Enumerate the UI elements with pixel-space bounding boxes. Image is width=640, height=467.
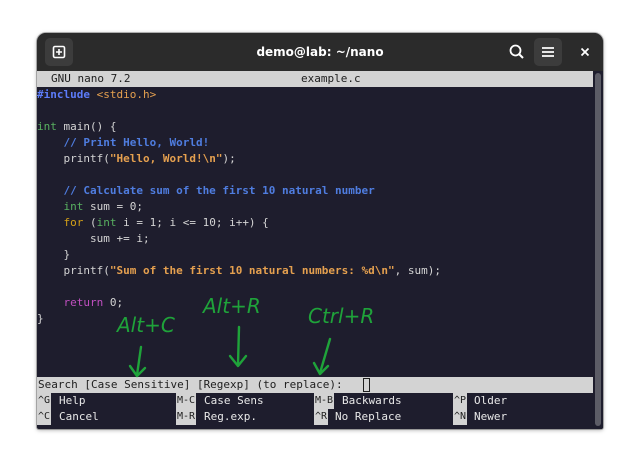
shortcut-label-help[interactable]: Help: [59, 393, 86, 409]
help-row-2: ^C Cancel M-R Reg.exp. ^R No Replace ^N …: [37, 409, 593, 425]
text-cursor: [363, 378, 370, 392]
titlebar: demo@lab: ~/nano: [37, 33, 603, 71]
shortcut-key: M-R: [176, 409, 197, 425]
code-token: printf(: [37, 264, 110, 277]
code-line: int main() {: [37, 119, 116, 135]
arrow-down-icon: [312, 337, 332, 376]
code-line: }: [37, 312, 44, 325]
shortcut-label-older[interactable]: Older: [474, 393, 507, 409]
code-token: int: [37, 200, 84, 213]
shortcut-key: ^C: [37, 409, 52, 425]
menu-button[interactable]: [534, 38, 562, 66]
search-button[interactable]: [503, 38, 531, 66]
search-prompt-bar[interactable]: Search [Case Sensitive] [Regexp] (to rep…: [37, 377, 593, 393]
annotation-alt-c: Alt+C: [117, 313, 175, 337]
annotation-ctrl-r: Ctrl+R: [308, 304, 375, 328]
code-token: , sum);: [394, 264, 441, 277]
code-token: main() {: [56, 120, 117, 133]
code-line: int sum = 0;: [37, 199, 143, 215]
code-line: // Print Hello, World!: [37, 136, 210, 149]
nano-version: GNU nano 7.2: [51, 72, 131, 85]
code-token: (: [83, 216, 97, 229]
search-prompt-text: Search [Case Sensitive] [Regexp] (to rep…: [38, 378, 350, 391]
help-row-1: ^G Help M-C Case Sens M-B Backwards ^P O…: [37, 393, 593, 409]
code-token: <stdio.h>: [89, 88, 157, 101]
shortcut-label-cancel[interactable]: Cancel: [59, 409, 99, 425]
new-tab-button[interactable]: [45, 38, 73, 66]
arrow-down-icon: [228, 325, 248, 368]
close-icon: [580, 47, 590, 57]
code-token: int: [37, 120, 57, 133]
code-token: return: [37, 296, 104, 309]
code-token: 0;: [103, 296, 124, 309]
hamburger-menu-icon: [542, 47, 554, 57]
nano-filename: example.c: [301, 72, 361, 85]
code-token: sum = 0;: [83, 200, 143, 213]
shortcut-key: M-C: [176, 393, 197, 409]
shortcut-key: ^P: [453, 393, 468, 409]
code-line: #include <stdio.h>: [37, 87, 156, 103]
code-token: printf(: [37, 152, 110, 165]
new-tab-icon: [52, 45, 66, 59]
code-line: printf("Hello, World!\n");: [37, 151, 236, 167]
nano-header-bar: GNU nano 7.2 example.c: [37, 71, 593, 87]
shortcut-label-case-sens[interactable]: Case Sens: [204, 393, 264, 409]
code-line: sum += i;: [37, 232, 150, 245]
search-icon: [509, 44, 524, 59]
close-button[interactable]: [571, 38, 599, 66]
code-line: for (int i = 1; i <= 10; i++) {: [37, 215, 269, 231]
shortcut-label-regexp[interactable]: Reg.exp.: [204, 409, 257, 425]
code-line: printf("Sum of the first 10 natural numb…: [37, 263, 441, 279]
code-token: "Hello, World!\n": [109, 152, 223, 165]
arrow-down-icon: [128, 345, 147, 378]
scrollbar[interactable]: [593, 71, 603, 429]
shortcut-label-newer[interactable]: Newer: [474, 409, 507, 425]
shortcut-key: M-B: [314, 393, 335, 409]
shortcut-key: ^R: [314, 409, 329, 425]
code-token: "Sum of the first 10 natural numbers: %d…: [109, 264, 395, 277]
shortcut-label-no-replace[interactable]: No Replace: [335, 409, 401, 425]
code-token: #include: [37, 88, 90, 101]
code-line: // Calculate sum of the first 10 natural…: [37, 184, 375, 197]
scrollbar-thumb[interactable]: [595, 73, 601, 426]
code-token: int: [96, 216, 117, 229]
code-token: for: [37, 216, 84, 229]
code-line: return 0;: [37, 295, 123, 311]
annotation-alt-r: Alt+R: [203, 294, 261, 318]
shortcut-key: ^N: [453, 409, 468, 425]
code-line: }: [37, 248, 71, 261]
code-token: );: [222, 152, 236, 165]
shortcut-key: ^G: [37, 393, 52, 409]
code-token: i = 1; i <= 10; i++) {: [116, 216, 269, 229]
shortcut-label-backwards[interactable]: Backwards: [342, 393, 402, 409]
